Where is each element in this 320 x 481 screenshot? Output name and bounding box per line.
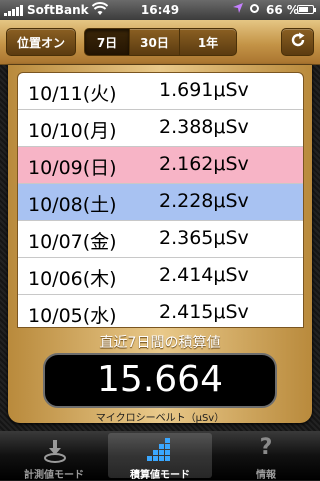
reading-value: 2.414μSv	[159, 264, 249, 286]
refresh-icon	[289, 31, 307, 54]
info-icon: ?	[259, 435, 273, 460]
tab-1-year[interactable]: 1年	[180, 28, 237, 56]
measure-icon	[44, 439, 66, 463]
reading-row: 10/06(木) 2.414μSv	[18, 258, 303, 295]
reading-row-saturday: 10/08(土) 2.228μSv	[18, 184, 303, 221]
summary-unit: マイクロシーベルト（μSv）	[95, 413, 225, 424]
tab-info[interactable]: ? 情報	[214, 433, 318, 481]
rotation-lock-icon	[250, 4, 259, 13]
reading-value: 2.365μSv	[159, 227, 249, 249]
reading-date: 10/10(月)	[28, 120, 117, 142]
reading-value: 2.228μSv	[159, 190, 249, 212]
tab-cumulative-mode[interactable]: 積算値モード	[108, 433, 212, 481]
reading-row-sunday: 10/09(日) 2.162μSv	[18, 147, 303, 184]
reading-row: 10/07(金) 2.365μSv	[18, 221, 303, 258]
reading-value: 2.162μSv	[159, 153, 249, 175]
summary-label: 直近7日間の積算値	[99, 335, 221, 351]
tab-label: 情報	[256, 470, 276, 481]
main-area: 10/11(火) 1.691μSv 10/10(月) 2.388μSv 10/0…	[0, 65, 320, 431]
reading-value: 1.691μSv	[159, 79, 249, 101]
reading-date: 10/11(火)	[28, 83, 117, 105]
grid-icon	[147, 438, 173, 464]
tab-7-days[interactable]: 7日	[84, 28, 130, 56]
battery-percent: 66 %	[266, 3, 299, 17]
tab-label: 積算値モード	[130, 470, 190, 481]
reading-row: 10/10(月) 2.388μSv	[18, 110, 303, 147]
tab-bar: 計測値モード 積算値モード ? 情報	[0, 431, 320, 481]
status-bar: SoftBank 16:49 66 %	[0, 0, 320, 20]
summary-value-display: 15.664	[43, 353, 277, 408]
tab-30-days[interactable]: 30日	[130, 28, 180, 56]
reading-date: 10/07(金)	[28, 231, 117, 253]
tab-measure-mode[interactable]: 計測値モード	[2, 433, 106, 481]
reading-row: 10/11(火) 1.691μSv	[18, 73, 303, 110]
reading-row: 10/05(水) 2.415μSv	[18, 295, 303, 327]
reading-value: 2.415μSv	[159, 301, 249, 323]
reading-date: 10/06(木)	[28, 268, 117, 290]
location-arrow-icon	[232, 2, 244, 17]
reading-date: 10/08(土)	[28, 194, 117, 216]
readings-list[interactable]: 10/11(火) 1.691μSv 10/10(月) 2.388μSv 10/0…	[17, 72, 304, 328]
tab-label: 計測値モード	[24, 470, 84, 481]
top-toolbar: 位置オン 7日 30日 1年	[0, 20, 320, 65]
reading-value: 2.388μSv	[159, 116, 249, 138]
reading-date: 10/05(水)	[28, 305, 117, 327]
reading-date: 10/09(日)	[28, 157, 117, 179]
battery-icon	[297, 5, 316, 14]
refresh-button[interactable]	[281, 28, 314, 56]
position-on-button[interactable]: 位置オン	[6, 28, 76, 56]
